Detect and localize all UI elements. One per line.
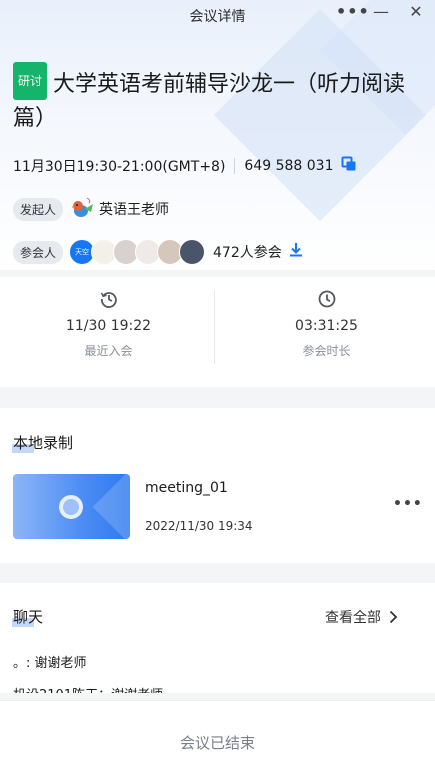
- host-row: 发起人 英语王老师: [13, 196, 169, 222]
- meeting-time: 11月30日19:30-21:00(GMT+8): [13, 159, 226, 175]
- last-join-label: 最近入会: [84, 344, 133, 358]
- recording-section-title: 本地录制: [13, 434, 74, 452]
- close-button[interactable]: ✕: [405, 2, 427, 21]
- host-label: 发起人: [13, 197, 64, 221]
- avatar: [179, 239, 206, 265]
- minimize-button[interactable]: —: [370, 2, 392, 21]
- meeting-ended-status: 会议已结束: [179, 734, 255, 752]
- host-name: 英语王老师: [99, 202, 170, 218]
- meeting-time-row: 11月30日19:30-21:00(GMT+8) 649 588 031: [13, 156, 357, 176]
- meeting-title-line: 研讨 大学英语考前辅导沙龙一（听力阅读篇）: [13, 62, 406, 131]
- download-icon[interactable]: [288, 242, 304, 262]
- window-titlebar: 会议详情 ••• — ✕: [0, 0, 435, 30]
- last-join-value: 11/30 19:22: [65, 318, 152, 334]
- section-title: 本地录制: [12, 432, 74, 453]
- local-recording-section: 本地录制 meeting_01 2022/11/30 19:34 •••: [0, 408, 435, 563]
- chevron-right-icon: [389, 610, 398, 624]
- stat-last-join: 11/30 19:22 最近入会: [0, 277, 217, 387]
- history-clock-icon: [0, 290, 217, 312]
- stat-duration: 03:31:25 参会时长: [218, 277, 435, 387]
- duration-label: 参会时长: [302, 344, 351, 358]
- meeting-type-tag: 研讨: [13, 62, 48, 100]
- record-icon: [59, 495, 83, 519]
- chat-message: 。: 谢谢老师: [13, 656, 87, 671]
- more-options-icon[interactable]: •••: [336, 2, 369, 21]
- meeting-title: 大学英语考前辅导沙龙一（听力阅读篇）: [13, 72, 406, 131]
- host-avatar: [69, 196, 95, 222]
- attendees-row: 参会人 天空 472人参会: [13, 239, 304, 265]
- divider: [234, 158, 236, 174]
- clock-icon: [218, 290, 435, 312]
- recording-name[interactable]: meeting_01: [145, 480, 228, 496]
- footer-bar: 会议已结束: [0, 700, 435, 767]
- meeting-id: 649 588 031: [244, 158, 334, 174]
- duration-value: 03:31:25: [295, 318, 358, 334]
- recording-thumbnail[interactable]: [13, 474, 130, 539]
- attendee-avatars[interactable]: 天空: [69, 239, 206, 265]
- divider: [214, 290, 215, 364]
- view-all-label: 查看全部: [325, 610, 381, 626]
- copy-icon[interactable]: [341, 156, 357, 176]
- attendees-label: 参会人: [13, 240, 64, 264]
- chat-message: 机设2101陈天：谢谢老师: [13, 684, 163, 693]
- recording-time: 2022/11/30 19:34: [145, 519, 253, 533]
- decor-shape: [92, 474, 130, 539]
- section-title: 聊天: [12, 606, 44, 627]
- chat-section: 聊天 查看全部 。: 谢谢老师 机设2101陈天：谢谢老师: [0, 583, 435, 693]
- more-options-icon[interactable]: •••: [393, 496, 423, 512]
- view-all-button[interactable]: 查看全部: [325, 607, 398, 627]
- chat-section-title: 聊天: [13, 608, 44, 626]
- meeting-header: 研讨 大学英语考前辅导沙龙一（听力阅读篇）: [13, 62, 423, 136]
- attendance-stats: 11/30 19:22 最近入会 03:31:25 参会时长: [0, 277, 435, 387]
- attendee-count[interactable]: 472人参会: [213, 242, 282, 262]
